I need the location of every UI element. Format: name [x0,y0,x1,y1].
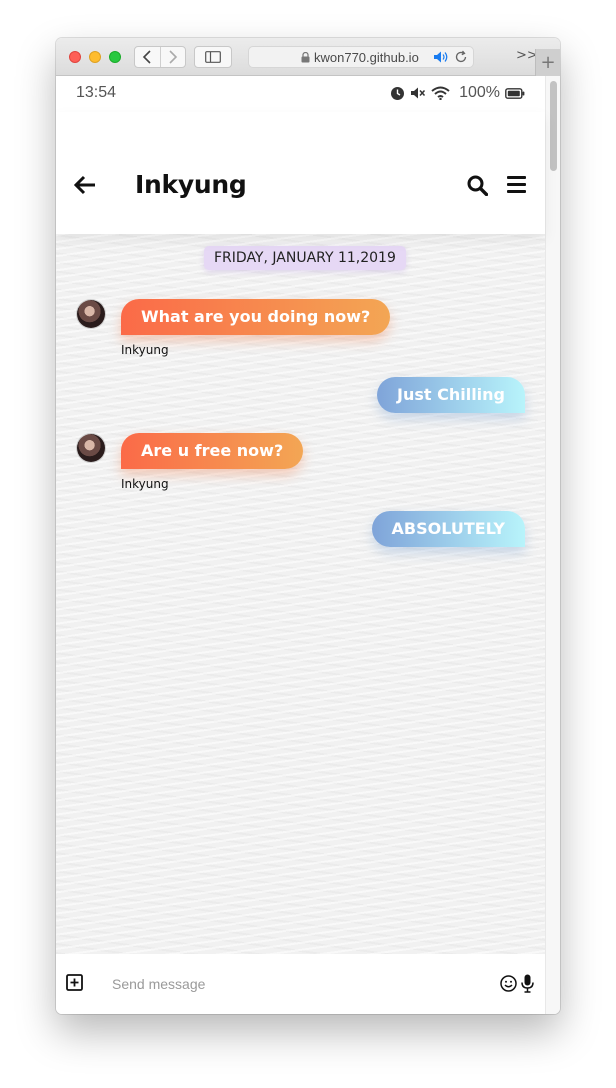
close-window-button[interactable] [69,51,81,63]
microphone-button[interactable] [521,974,534,993]
message-input[interactable] [112,970,492,998]
chat-app: 13:54 100% Inkyung FRIDAY, JANUARY 11,20… [56,76,545,1014]
scrollbar-thumb[interactable] [550,81,557,171]
zoom-window-button[interactable] [109,51,121,63]
history-nav [134,46,186,68]
wifi-icon [431,86,450,100]
menu-button[interactable] [507,176,526,193]
browser-window: kwon770.github.io >> + 13:54 100% Inkyun… [56,38,560,1014]
sidebar-toggle-button[interactable] [194,46,232,68]
back-arrow-icon [74,175,95,195]
emoji-button[interactable] [500,975,517,992]
sidebar-icon [205,51,221,63]
browser-toolbar: kwon770.github.io >> + [56,38,560,76]
avatar[interactable] [77,300,105,328]
web-viewport: 13:54 100% Inkyung FRIDAY, JANUARY 11,20… [56,76,560,1014]
hamburger-menu-icon [507,176,526,193]
page-scrollbar[interactable] [545,76,560,1014]
minimize-window-button[interactable] [89,51,101,63]
back-chevron-icon [143,50,151,64]
browser-forward-button[interactable] [159,47,186,67]
address-bar[interactable]: kwon770.github.io [248,46,474,68]
incoming-message-bubble[interactable]: Are u free now? [121,433,304,469]
status-icons: 100% [390,84,525,102]
sender-name: Inkyung [121,343,169,357]
search-button[interactable] [467,175,488,196]
outgoing-message-bubble[interactable]: Just Chilling [377,377,525,413]
status-bar: 13:54 100% [56,76,545,112]
message-list[interactable]: FRIDAY, JANUARY 11,2019 What are you doi… [56,234,545,954]
speaker-icon[interactable] [433,50,449,64]
microphone-icon [521,974,534,993]
attach-button[interactable] [66,974,83,991]
sender-name: Inkyung [121,477,169,491]
outgoing-message-bubble[interactable]: ABSOLUTELY [371,511,525,547]
back-button[interactable] [74,175,96,195]
battery-percent: 100% [459,84,500,101]
reload-icon[interactable] [454,50,468,64]
mute-icon [411,87,426,99]
alarm-icon [391,86,405,100]
status-time: 13:54 [76,84,117,101]
emoji-icon [500,975,517,992]
search-icon [467,175,488,196]
lock-icon [301,51,310,63]
avatar[interactable] [77,434,105,462]
chat-title: Inkyung [135,170,247,199]
plus-square-icon [66,974,83,991]
battery-icon [505,87,525,99]
forward-chevron-icon [169,50,177,64]
chat-header: Inkyung [56,112,545,234]
date-divider: FRIDAY, JANUARY 11,2019 [204,246,406,270]
browser-back-button[interactable] [135,47,160,67]
new-tab-button[interactable]: + [535,49,560,76]
url-text: kwon770.github.io [314,49,419,65]
message-composer [56,954,545,1014]
incoming-message-bubble[interactable]: What are you doing now? [121,299,391,335]
